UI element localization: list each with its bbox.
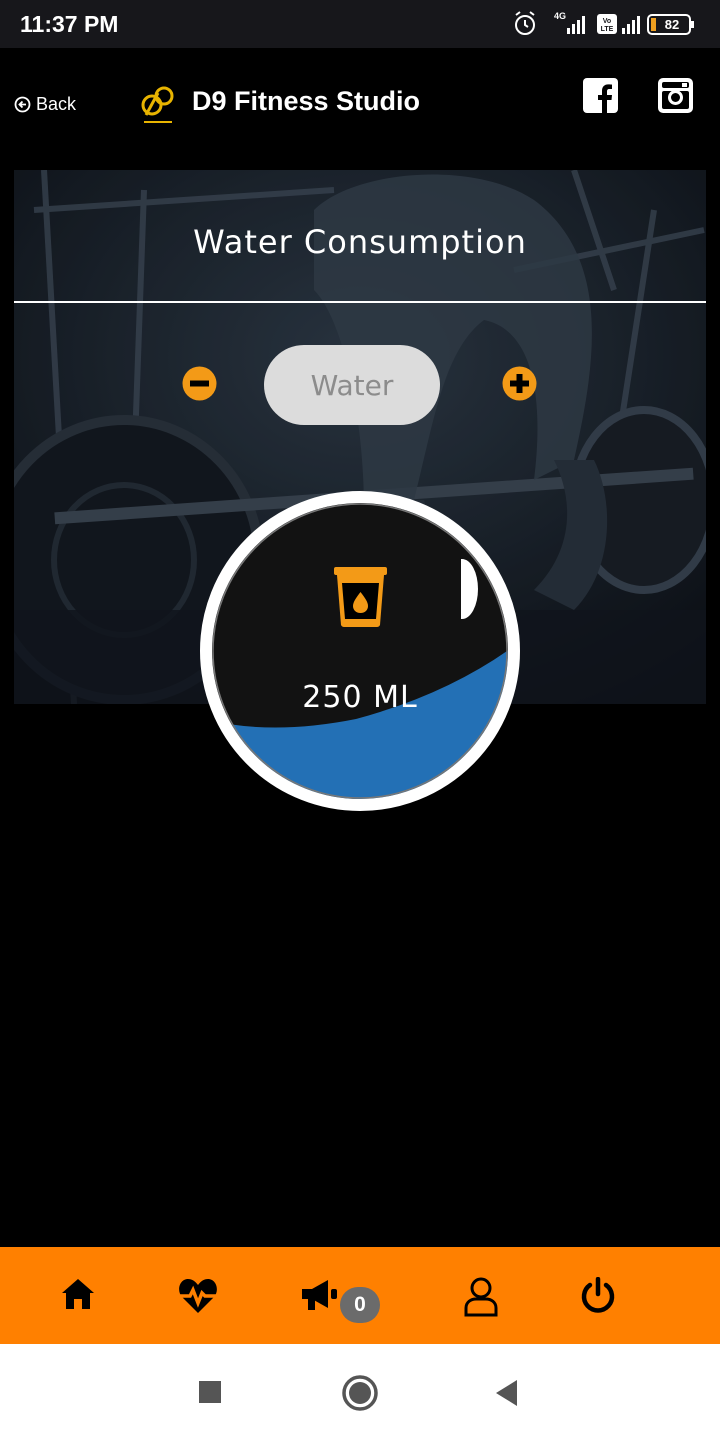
svg-text:LTE: LTE [601, 26, 614, 33]
svg-text:Vo: Vo [603, 18, 611, 25]
volte-icon: Vo LTE [597, 14, 617, 34]
alarm-icon [515, 11, 535, 35]
signal-icon [567, 16, 585, 34]
status-icons: 4G Vo LTE 82 [515, 11, 694, 35]
battery-icon: 82 [647, 14, 694, 35]
facebook-icon[interactable] [583, 78, 618, 113]
divider [14, 301, 706, 303]
back-arrow-icon [14, 96, 31, 113]
svg-text:82: 82 [665, 17, 679, 32]
recent-apps-icon[interactable] [199, 1381, 221, 1403]
back-triangle-icon[interactable] [495, 1379, 519, 1407]
decrease-button[interactable] [182, 366, 217, 401]
user-icon[interactable] [463, 1277, 499, 1317]
water-glass-icon [334, 567, 387, 627]
power-icon[interactable] [580, 1277, 616, 1313]
water-gauge [200, 491, 520, 811]
notification-badge: 0 [340, 1287, 380, 1323]
back-button[interactable]: Back [14, 94, 76, 115]
increase-button[interactable] [502, 366, 537, 401]
app-header: Back D9 Fitness Studio [0, 48, 720, 160]
megaphone-icon[interactable] [300, 1277, 340, 1313]
app-title: D9 Fitness Studio [192, 86, 421, 116]
status-bar: 11:37 PM 4G Vo LTE 82 [0, 0, 720, 48]
back-label: Back [36, 94, 77, 114]
signal-icon-2 [622, 16, 640, 34]
heart-pulse-icon[interactable] [177, 1277, 219, 1315]
home-icon[interactable] [60, 1277, 96, 1311]
section-title: Water Consumption [193, 223, 527, 261]
drink-type-select[interactable]: Water [264, 345, 440, 425]
instagram-icon[interactable] [658, 78, 693, 113]
studio-logo [138, 81, 178, 127]
status-time: 11:37 PM [20, 11, 119, 37]
amount-label: 250 ML [302, 680, 418, 715]
system-nav-bar [0, 1344, 720, 1440]
network-type-label: 4G [554, 11, 566, 21]
home-circle-icon[interactable] [341, 1374, 379, 1412]
bottom-nav: 0 [0, 1247, 720, 1344]
